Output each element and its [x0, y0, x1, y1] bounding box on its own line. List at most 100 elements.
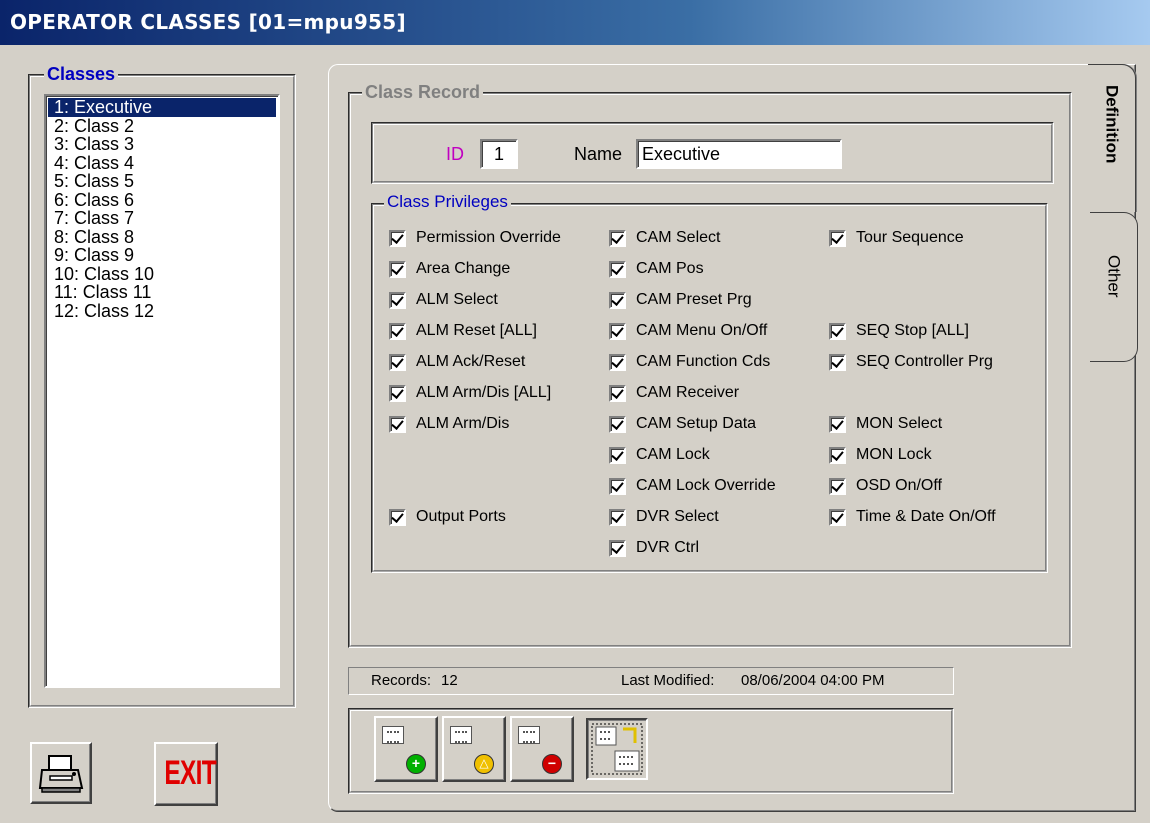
- class-list-item[interactable]: 9: Class 9: [48, 246, 276, 265]
- checkbox[interactable]: [389, 353, 406, 371]
- classes-legend: Classes: [44, 64, 119, 84]
- privilege-checkbox-row[interactable]: CAM Function Cds: [609, 353, 770, 371]
- privilege-label: ALM Select: [416, 291, 498, 308]
- classes-listbox[interactable]: 1: Executive 2: Class 2 3: Class 3 4: Class…: [44, 94, 280, 688]
- privilege-checkbox-row[interactable]: Permission Override: [389, 229, 561, 247]
- checkbox[interactable]: [389, 229, 406, 247]
- class-list-item[interactable]: 10: Class 10: [48, 264, 276, 284]
- class-list-item[interactable]: 6: Class 6: [48, 190, 276, 210]
- privilege-checkbox-row[interactable]: DVR Select: [609, 508, 719, 526]
- privilege-checkbox-row[interactable]: Output Ports: [389, 508, 506, 526]
- name-field[interactable]: Executive: [636, 139, 842, 169]
- privilege-checkbox-row[interactable]: CAM Preset Prg: [609, 291, 752, 309]
- class-list-item[interactable]: 12: Class 12: [48, 301, 276, 321]
- privilege-label: DVR Select: [636, 508, 719, 525]
- privilege-label: CAM Lock: [636, 446, 710, 463]
- privilege-label: CAM Preset Prg: [636, 291, 752, 308]
- privilege-checkbox-row[interactable]: CAM Setup Data: [609, 415, 756, 433]
- privilege-checkbox-row[interactable]: CAM Lock: [609, 446, 710, 464]
- edit-record-button[interactable]: △: [442, 716, 506, 782]
- privilege-label: Area Change: [416, 260, 511, 277]
- class-list-item[interactable]: 5: Class 5: [48, 172, 276, 191]
- tab-other[interactable]: Other: [1090, 212, 1138, 362]
- privilege-label: ALM Ack/Reset: [416, 353, 526, 370]
- class-record-legend: Class Record: [362, 82, 484, 102]
- checkbox[interactable]: [609, 508, 626, 526]
- privilege-label: Output Ports: [416, 508, 506, 525]
- copy-record-button[interactable]: [586, 718, 648, 780]
- name-label: Name: [574, 144, 623, 164]
- privilege-checkbox-row[interactable]: CAM Receiver: [609, 384, 739, 402]
- class-list-item[interactable]: 11: Class 11: [48, 283, 276, 302]
- checkbox[interactable]: [389, 260, 406, 278]
- class-list-item[interactable]: 3: Class 3: [48, 135, 276, 154]
- checkbox[interactable]: [829, 353, 846, 371]
- privilege-checkbox-row[interactable]: MON Select: [829, 415, 942, 433]
- privilege-label: ALM Arm/Dis: [416, 415, 510, 432]
- privilege-label: CAM Receiver: [636, 384, 740, 401]
- class-list-item[interactable]: 7: Class 7: [48, 209, 276, 228]
- privilege-checkbox-row[interactable]: DVR Ctrl: [609, 539, 699, 557]
- privilege-checkbox-row[interactable]: SEQ Stop [ALL]: [829, 322, 969, 340]
- privilege-label: CAM Menu On/Off: [636, 322, 768, 339]
- tab-definition[interactable]: Definition: [1088, 64, 1136, 212]
- class-list-item[interactable]: 8: Class 8: [48, 227, 276, 247]
- privilege-checkbox-row[interactable]: ALM Arm/Dis: [389, 415, 509, 433]
- checkbox[interactable]: [389, 508, 406, 526]
- checkbox[interactable]: [609, 477, 626, 495]
- privilege-checkbox-row[interactable]: ALM Select: [389, 291, 498, 309]
- checkbox[interactable]: [609, 260, 626, 278]
- print-button[interactable]: [30, 742, 92, 804]
- add-record-button[interactable]: +: [374, 716, 438, 782]
- exit-label: EXIT: [164, 754, 216, 792]
- privilege-label: DVR Ctrl: [636, 539, 700, 556]
- privilege-checkbox-row[interactable]: ALM Arm/Dis [ALL]: [389, 384, 551, 402]
- privilege-checkbox-row[interactable]: ALM Ack/Reset: [389, 353, 525, 371]
- class-list-item[interactable]: 2: Class 2: [48, 116, 276, 136]
- checkbox[interactable]: [609, 322, 626, 340]
- checkbox[interactable]: [829, 229, 846, 247]
- checkbox[interactable]: [609, 353, 626, 371]
- privilege-checkbox-row[interactable]: CAM Lock Override: [609, 477, 776, 495]
- privilege-label: OSD On/Off: [856, 477, 942, 494]
- privilege-checkbox-row[interactable]: SEQ Controller Prg: [829, 353, 993, 371]
- exit-button[interactable]: EXIT: [154, 742, 218, 806]
- checkbox[interactable]: [609, 384, 626, 402]
- checkbox[interactable]: [389, 415, 406, 433]
- last-modified-value: 08/06/2004 04:00 PM: [741, 672, 885, 689]
- privilege-checkbox-row[interactable]: OSD On/Off: [829, 477, 942, 495]
- checkbox[interactable]: [389, 291, 406, 309]
- privilege-checkbox-row[interactable]: Time & Date On/Off: [829, 508, 996, 526]
- privilege-checkbox-row[interactable]: CAM Menu On/Off: [609, 322, 767, 340]
- tab-other-label: Other: [1104, 255, 1124, 298]
- checkbox[interactable]: [829, 415, 846, 433]
- privilege-label: CAM Pos: [636, 260, 704, 277]
- class-privileges-legend: Class Privileges: [384, 192, 511, 212]
- checkbox[interactable]: [609, 291, 626, 309]
- delete-record-button[interactable]: −: [510, 716, 574, 782]
- privilege-checkbox-row[interactable]: ALM Reset [ALL]: [389, 322, 537, 340]
- checkbox[interactable]: [829, 477, 846, 495]
- privilege-checkbox-row[interactable]: MON Lock: [829, 446, 932, 464]
- privilege-label: SEQ Controller Prg: [856, 353, 993, 370]
- class-list-item[interactable]: 1: Executive: [48, 98, 276, 117]
- checkbox[interactable]: [389, 384, 406, 402]
- id-field[interactable]: 1: [480, 139, 518, 169]
- checkbox[interactable]: [389, 322, 406, 340]
- checkbox[interactable]: [829, 446, 846, 464]
- privilege-checkbox-row[interactable]: Tour Sequence: [829, 229, 964, 247]
- privilege-checkbox-row[interactable]: Area Change: [389, 260, 510, 278]
- checkbox[interactable]: [609, 446, 626, 464]
- class-list-item[interactable]: 4: Class 4: [48, 153, 276, 173]
- checkbox[interactable]: [609, 539, 626, 557]
- privilege-label: CAM Lock Override: [636, 477, 776, 494]
- checkbox[interactable]: [609, 229, 626, 247]
- privilege-label: SEQ Stop [ALL]: [856, 322, 969, 339]
- checkbox[interactable]: [829, 322, 846, 340]
- privilege-label: Permission Override: [416, 229, 561, 246]
- privilege-label: CAM Setup Data: [636, 415, 757, 432]
- checkbox[interactable]: [829, 508, 846, 526]
- privilege-checkbox-row[interactable]: CAM Select: [609, 229, 720, 247]
- privilege-checkbox-row[interactable]: CAM Pos: [609, 260, 704, 278]
- checkbox[interactable]: [609, 415, 626, 433]
